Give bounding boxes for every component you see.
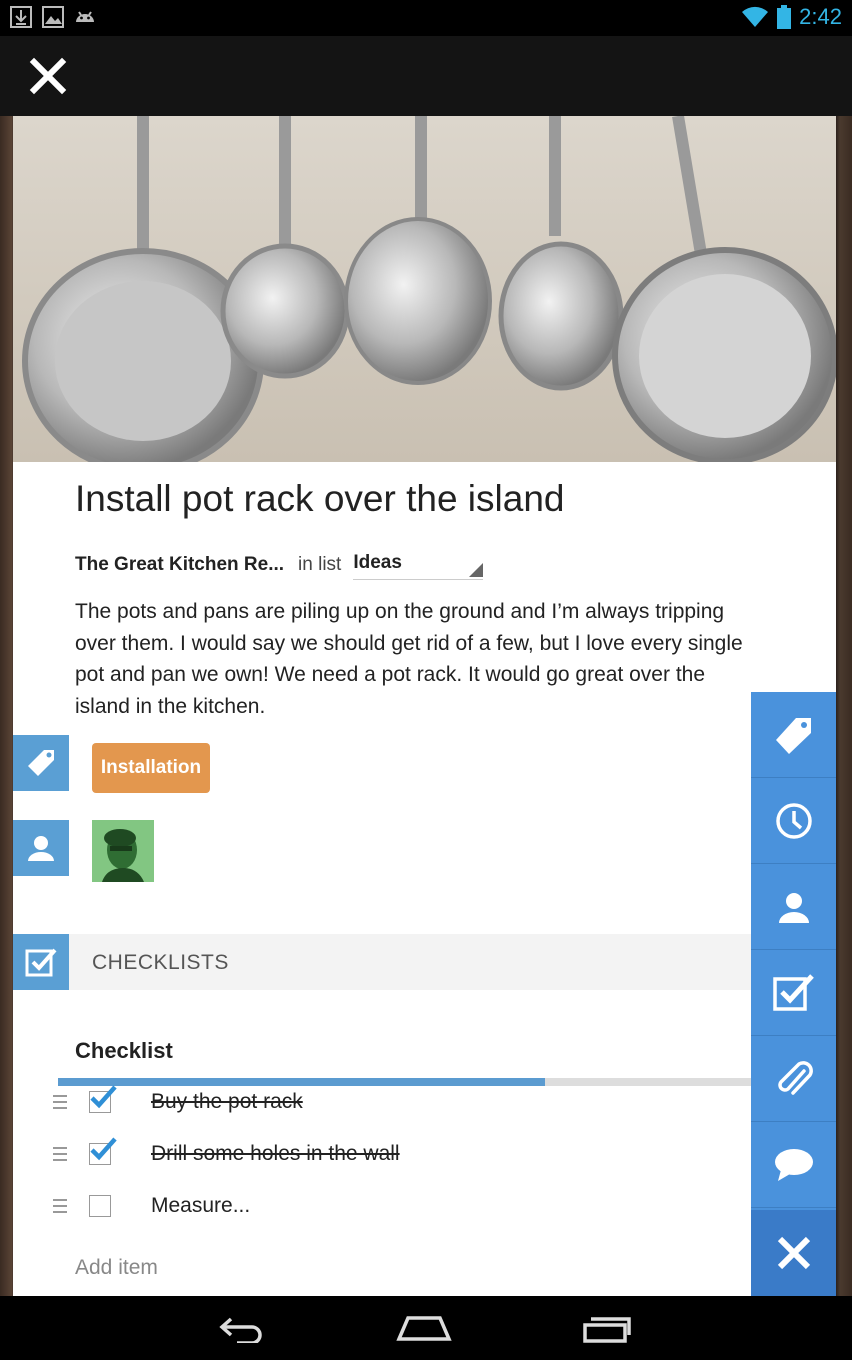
checklist-icon (25, 948, 57, 977)
checklist-icon (772, 973, 814, 1011)
checklist-item[interactable]: Buy the pot rack (53, 1082, 753, 1122)
checklist-checkbox[interactable] (89, 1137, 117, 1165)
checkmark-icon (90, 1085, 117, 1109)
home-button[interactable] (394, 1310, 454, 1346)
cover-image (13, 116, 836, 462)
checklist-item-text[interactable]: Measure... (151, 1194, 250, 1218)
back-button[interactable] (212, 1310, 272, 1346)
checklists-heading: CHECKLISTS (92, 951, 229, 974)
person-icon (28, 836, 54, 861)
checklist-item[interactable]: Drill some holes in the wall (53, 1134, 753, 1174)
back-arrow-icon (219, 1317, 262, 1343)
attachment-action-button[interactable] (751, 1036, 836, 1122)
add-item-input[interactable]: Add item (75, 1256, 158, 1280)
checklist-title[interactable]: Checklist (75, 1038, 173, 1064)
list-select-value: Ideas (353, 552, 402, 573)
system-nav-bar (0, 1296, 852, 1360)
card-description[interactable]: The pots and pans are piling up on the g… (75, 596, 755, 722)
status-bar: 2:42 (0, 0, 852, 36)
checkmark-icon (90, 1137, 117, 1161)
dropdown-triangle-icon (469, 563, 484, 577)
in-list-label: in list (298, 553, 342, 575)
checklist-item-text[interactable]: Buy the pot rack (151, 1090, 303, 1114)
checklist-checkbox[interactable] (89, 1195, 111, 1217)
wifi-icon (742, 6, 769, 27)
checklists-section-button[interactable] (13, 934, 69, 990)
label-action-button[interactable] (751, 692, 836, 778)
paperclip-icon (777, 1060, 813, 1095)
drag-handle-icon[interactable] (53, 1197, 67, 1215)
top-bar (0, 36, 852, 116)
close-icon[interactable] (28, 56, 68, 96)
download-icon (10, 6, 32, 28)
battery-icon (777, 5, 792, 29)
image-icon (42, 6, 64, 28)
close-actions-button[interactable] (751, 1210, 836, 1296)
drag-handle-icon[interactable] (53, 1145, 67, 1163)
clock-icon (775, 802, 812, 839)
list-select[interactable]: Ideas (353, 549, 484, 580)
card-meta: The Great Kitchen Re... in list Ideas (75, 549, 484, 580)
person-icon (778, 892, 809, 923)
status-clock: 2:42 (799, 4, 842, 29)
tag-icon (775, 717, 811, 754)
due-date-action-button[interactable] (751, 778, 836, 864)
action-column (751, 692, 836, 1296)
checklist-checkbox[interactable] (89, 1085, 117, 1113)
android-icon (76, 11, 94, 22)
checklist-action-button[interactable] (751, 950, 836, 1036)
members-action-button[interactable] (751, 864, 836, 950)
card-title[interactable]: Install pot rack over the island (75, 478, 564, 520)
checklist-item-text[interactable]: Drill some holes in the wall (151, 1142, 400, 1166)
labels-section-button[interactable] (13, 735, 69, 791)
board-name: The Great Kitchen Re... (75, 553, 285, 575)
tag-icon (28, 750, 54, 776)
member-avatar[interactable] (92, 820, 154, 882)
comment-icon (774, 1148, 813, 1181)
drag-handle-icon[interactable] (53, 1093, 67, 1111)
members-section-button[interactable] (13, 820, 69, 876)
comment-action-button[interactable] (751, 1122, 836, 1208)
close-icon (777, 1236, 810, 1270)
checklist-item[interactable]: Measure... (53, 1186, 753, 1226)
label-chip-installation[interactable]: Installation (92, 743, 210, 793)
card-detail: Install pot rack over the island The Gre… (13, 116, 836, 1296)
home-icon (396, 1316, 452, 1341)
recents-button[interactable] (577, 1310, 637, 1346)
recents-icon (583, 1317, 631, 1343)
